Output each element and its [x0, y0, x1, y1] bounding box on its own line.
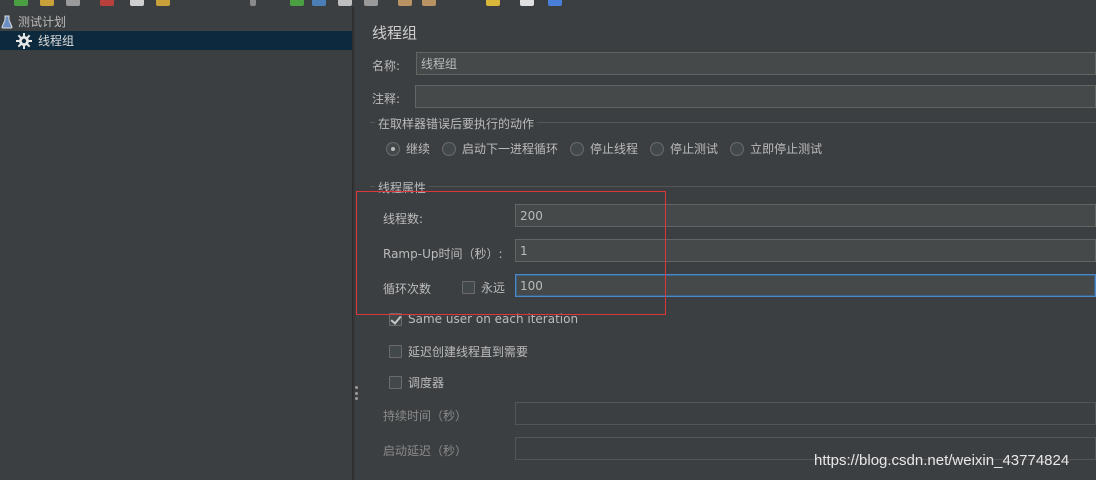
radio-stop-test[interactable]: 停止测试 [650, 140, 718, 157]
error-action-radio-group: 继续 启动下一进程循环 停止线程 停止测试 立即停止测试 [386, 140, 834, 157]
error-action-title: 在取样器错误后要执行的动作 [375, 115, 538, 132]
forever-checkbox[interactable]: 永远 [462, 279, 505, 296]
duration-input[interactable] [515, 402, 1096, 425]
page-title: 线程组 [372, 24, 418, 42]
toolbar-clear-icon[interactable] [398, 0, 412, 6]
loop-count-input[interactable]: 100 [515, 274, 1096, 297]
scheduler-checkbox[interactable]: 调度器 [389, 374, 444, 391]
threads-label: 线程数: [383, 212, 424, 226]
name-input[interactable]: 线程组 [416, 52, 1096, 75]
watermark: https://blog.csdn.net/weixin_43774824 [814, 452, 1070, 469]
radio-dot-icon [570, 141, 585, 156]
checkmark-icon [389, 312, 402, 326]
rampup-input[interactable]: 1 [515, 239, 1096, 262]
thread-group-panel: 线程组 名称: 线程组 注释: 在取样器错误后要执行的动作 继续 启动下一进程循… [358, 7, 1096, 480]
checkbox-icon [462, 281, 475, 294]
toolbar-search-icon[interactable] [486, 0, 500, 6]
toolbar-cut-icon[interactable] [100, 0, 114, 6]
radio-label: 停止线程 [590, 142, 639, 156]
checkbox-icon [389, 345, 402, 358]
checkbox-icon [389, 376, 402, 389]
comment-label: 注释: [372, 92, 401, 106]
radio-label: 立即停止测试 [750, 142, 823, 156]
radio-continue[interactable]: 继续 [386, 140, 430, 157]
radio-label: 停止测试 [670, 142, 719, 156]
checkbox-label: 永远 [481, 281, 506, 295]
toolbar-shutdown-icon[interactable] [364, 0, 378, 6]
loop-label: 循环次数 [383, 282, 432, 296]
tree-node-thread-group[interactable]: 线程组 [0, 31, 352, 50]
test-plan-tree: 测试计划 线程组 [0, 7, 352, 480]
checkbox-label: 延迟创建线程直到需要 [408, 345, 529, 359]
toolbar-copy-icon[interactable] [130, 0, 144, 6]
tree-node-label: 测试计划 [18, 15, 67, 29]
toolbar-run-icon[interactable] [14, 0, 28, 6]
duration-label: 持续时间（秒） [383, 409, 468, 423]
flask-icon [1, 15, 13, 29]
radio-start-next-loop[interactable]: 启动下一进程循环 [442, 140, 558, 157]
toolbar-clear-all-icon[interactable] [422, 0, 436, 6]
toolbar-start-icon[interactable] [290, 0, 304, 6]
toolbar-reset-icon[interactable] [520, 0, 534, 6]
section-divider [370, 186, 1096, 187]
radio-dot-icon [730, 141, 745, 156]
radio-dot-icon [442, 141, 457, 156]
radio-stop-thread[interactable]: 停止线程 [570, 140, 638, 157]
toolbar-expand-icon[interactable] [250, 0, 256, 6]
name-label: 名称: [372, 59, 401, 73]
gear-icon [16, 32, 32, 49]
radio-stop-test-now[interactable]: 立即停止测试 [730, 140, 822, 157]
panel-splitter[interactable] [352, 7, 355, 480]
radio-dot-icon [386, 141, 400, 156]
toolbar-open-icon[interactable] [40, 0, 54, 6]
tree-node-test-plan[interactable]: 测试计划 [0, 12, 352, 31]
threads-input[interactable]: 200 [515, 204, 1096, 227]
checkbox-label: Same user on each iteration [408, 312, 579, 326]
toolbar-stop-icon[interactable] [338, 0, 352, 6]
toolbar-save-icon[interactable] [66, 0, 80, 6]
radio-label: 继续 [406, 142, 431, 156]
toolbar-paste-icon[interactable] [156, 0, 170, 6]
checkbox-label: 调度器 [408, 376, 445, 390]
startup-delay-label: 启动延迟（秒） [383, 444, 468, 458]
toolbar-start-nopause-icon[interactable] [312, 0, 326, 6]
toolbar-function-icon[interactable] [548, 0, 562, 6]
radio-label: 启动下一进程循环 [462, 142, 559, 156]
delay-thread-creation-checkbox[interactable]: 延迟创建线程直到需要 [389, 343, 528, 360]
rampup-label: Ramp-Up时间（秒）: [383, 247, 503, 261]
radio-dot-icon [650, 141, 665, 156]
comment-input[interactable] [415, 85, 1096, 108]
toolbar [0, 0, 1096, 7]
tree-node-label: 线程组 [38, 34, 75, 48]
same-user-checkbox[interactable]: Same user on each iteration [389, 312, 578, 326]
thread-props-title: 线程属性 [375, 179, 430, 196]
